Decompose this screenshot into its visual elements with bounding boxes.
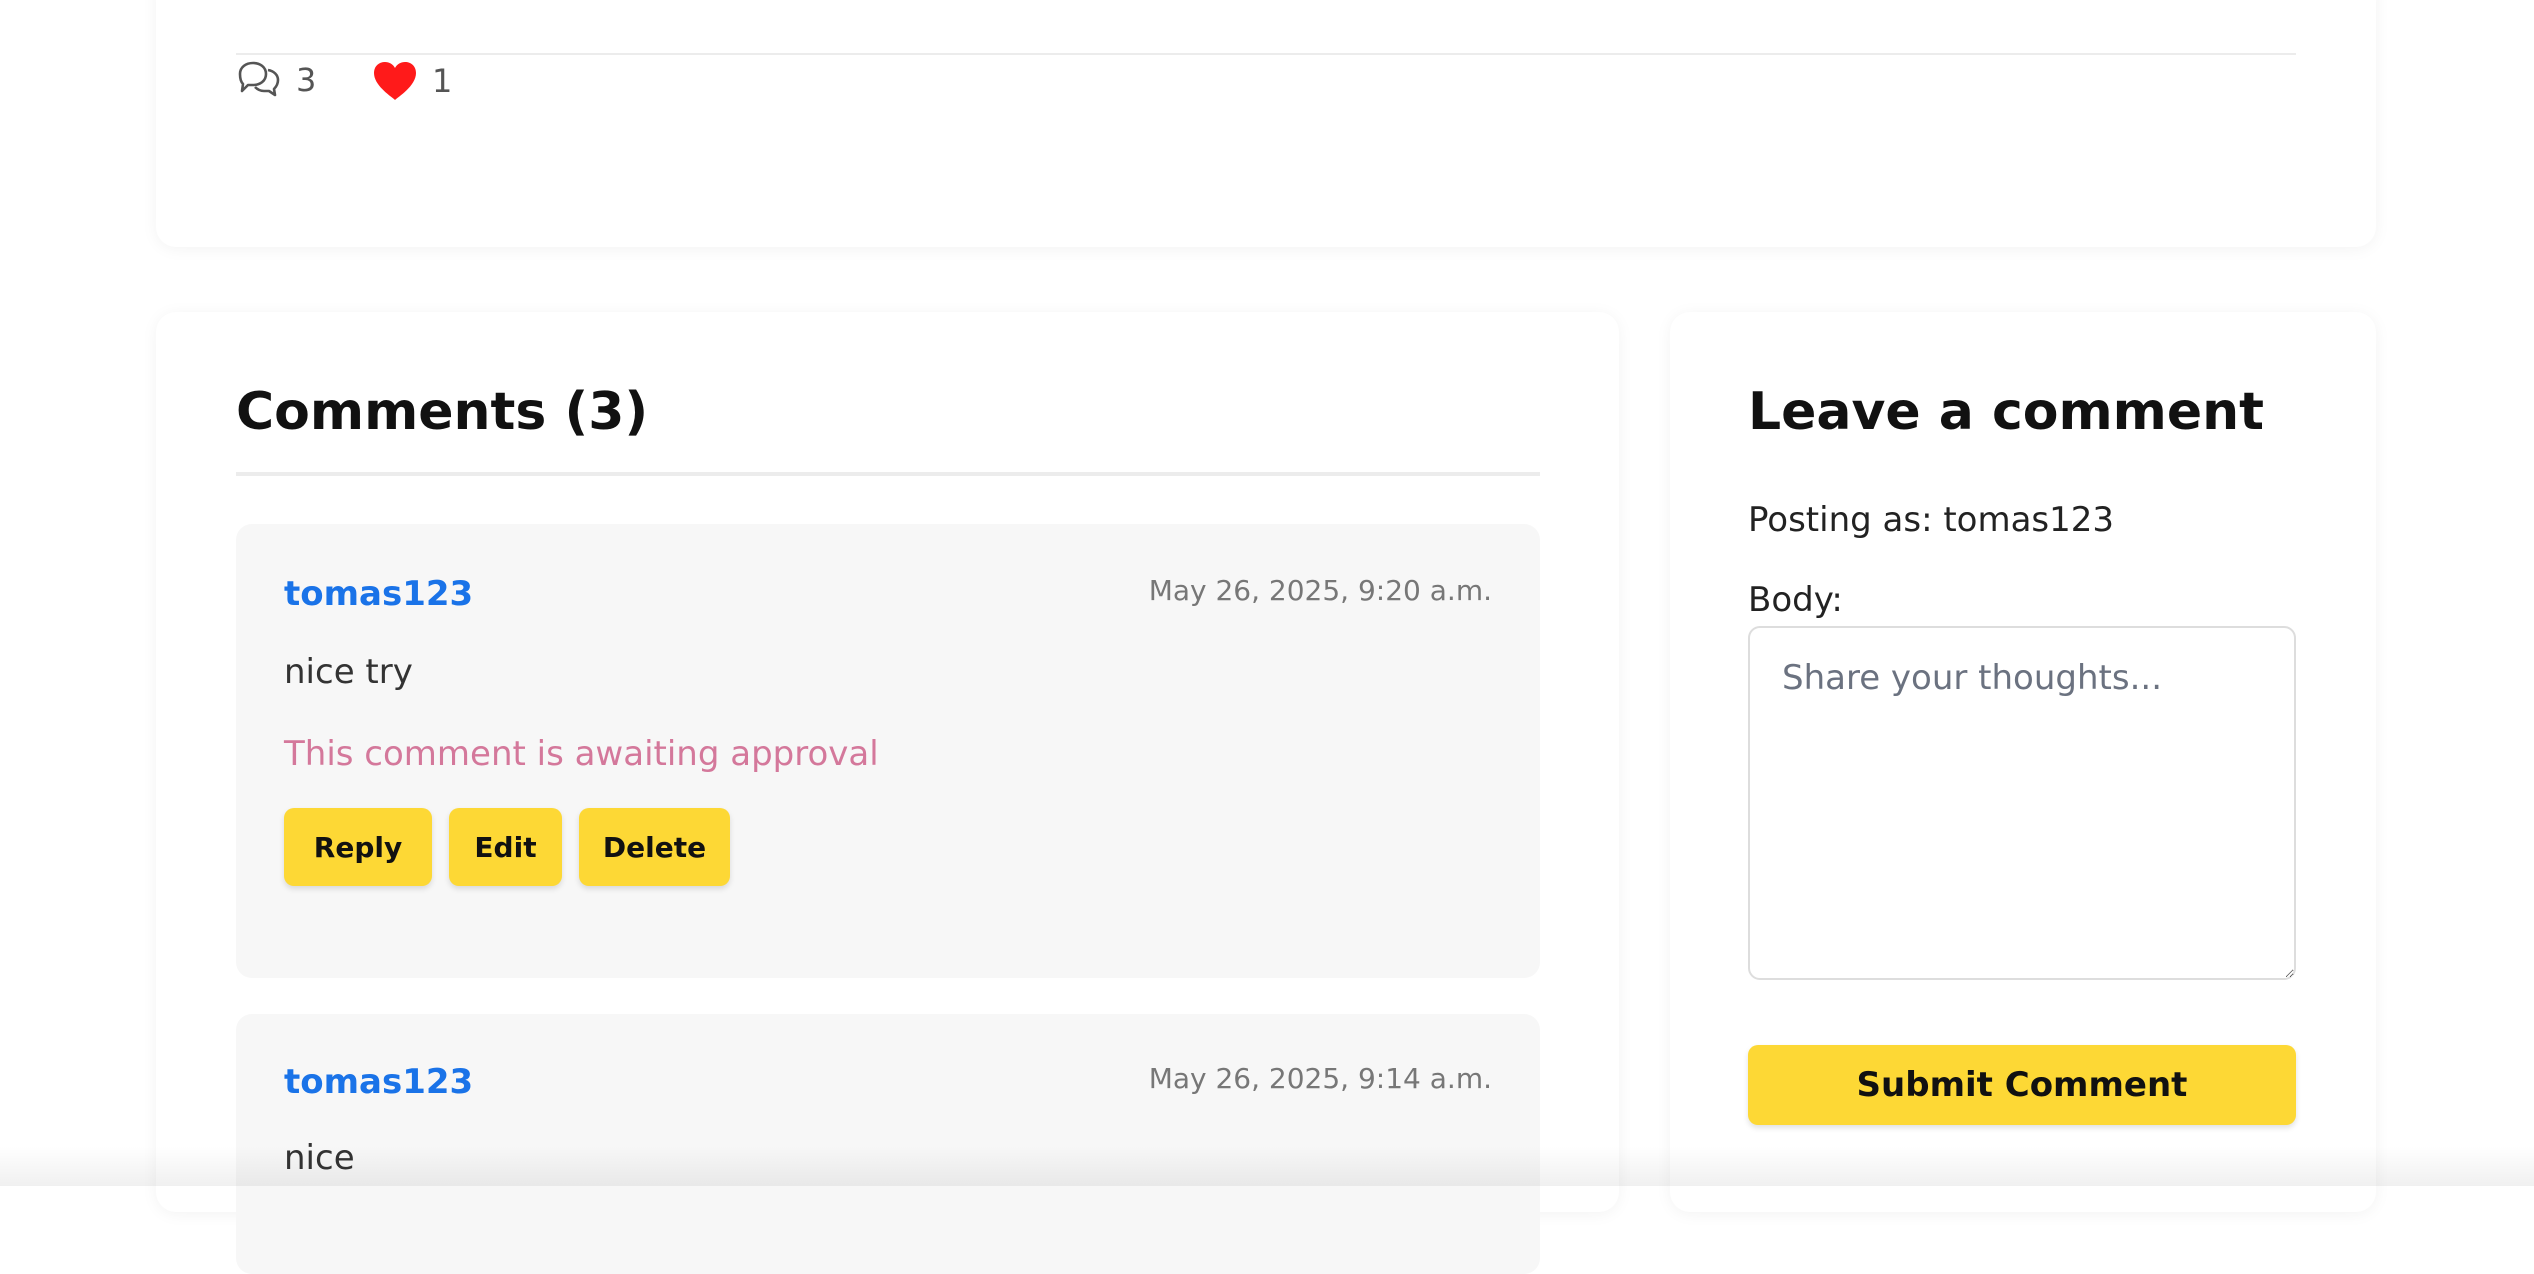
post-card: 3 1 [156, 0, 2376, 247]
comment-item: tomas123 May 26, 2025, 9:20 a.m. nice tr… [236, 524, 1540, 978]
body-label: Body: [1748, 580, 1843, 620]
comment-body: nice try [284, 652, 413, 692]
comment-form-card: Leave a comment Posting as: tomas123 Bod… [1670, 312, 2376, 1212]
form-heading: Leave a comment [1748, 382, 2265, 442]
delete-button[interactable]: Delete [579, 808, 730, 886]
like-count: 1 [432, 62, 453, 100]
heart-icon[interactable] [372, 60, 418, 102]
comment-date: May 26, 2025, 9:20 a.m. [1148, 574, 1492, 607]
comment-status: This comment is awaiting approval [284, 734, 879, 774]
edit-button[interactable]: Edit [449, 808, 562, 886]
comment-author[interactable]: tomas123 [284, 1062, 473, 1102]
comment-body: nice [284, 1138, 355, 1178]
posting-as-label: Posting as: tomas123 [1748, 500, 2115, 540]
reply-button[interactable]: Reply [284, 808, 432, 886]
comment-item: tomas123 May 26, 2025, 9:14 a.m. nice [236, 1014, 1540, 1274]
like-count-stat[interactable]: 1 [372, 60, 452, 102]
comment-body-input[interactable] [1748, 626, 2296, 980]
comment-actions: Reply Edit Delete [284, 808, 730, 886]
comments-heading: Comments (3) [236, 382, 649, 442]
comments-card: Comments (3) tomas123 May 26, 2025, 9:20… [156, 312, 1619, 1274]
comment-count-stat[interactable]: 3 [236, 60, 316, 100]
divider [236, 472, 1540, 476]
speech-bubbles-icon [236, 60, 282, 100]
comment-date: May 26, 2025, 9:14 a.m. [1148, 1062, 1492, 1095]
divider [236, 53, 2296, 55]
comment-author[interactable]: tomas123 [284, 574, 473, 614]
submit-comment-button[interactable]: Submit Comment [1748, 1045, 2296, 1125]
comment-count: 3 [296, 61, 317, 99]
